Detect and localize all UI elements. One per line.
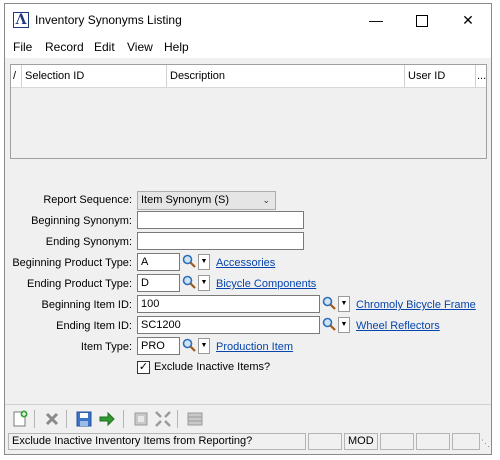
beginning-item-id-input[interactable]: 100	[137, 295, 320, 313]
selection-grid[interactable]: / Selection ID Description User ID ...	[10, 64, 487, 159]
status-panel-empty	[308, 433, 342, 450]
maximize-button[interactable]	[399, 4, 445, 36]
toolbar-separator	[123, 410, 124, 428]
menu-record[interactable]: Record	[45, 40, 84, 54]
item-type-link[interactable]: Production Item	[216, 341, 293, 353]
list-icon[interactable]	[186, 410, 204, 428]
ending-item-id-label: Ending Item ID:	[56, 320, 132, 332]
expand-icon[interactable]	[154, 410, 172, 428]
minimize-button[interactable]: —	[353, 4, 399, 36]
column-description[interactable]: Description	[167, 65, 405, 87]
menu-bar: File Record Edit View Help	[5, 36, 491, 58]
item-type-label: Item Type:	[80, 341, 132, 353]
report-sequence-label: Report Sequence:	[43, 194, 132, 206]
beginning-item-id-dropdown[interactable]: ▼	[338, 296, 350, 312]
new-record-icon[interactable]	[11, 410, 29, 428]
status-panel-empty	[416, 433, 450, 450]
window-title: Inventory Synonyms Listing	[35, 13, 182, 27]
beginning-item-id-link[interactable]: Chromoly Bicycle Frame	[356, 299, 476, 311]
application-window: Λ Inventory Synonyms Listing — ✕ File Re…	[4, 3, 492, 455]
menu-help[interactable]: Help	[164, 40, 189, 54]
ending-synonym-label: Ending Synonym:	[45, 236, 132, 248]
exclude-inactive-label: Exclude Inactive Items?	[154, 361, 271, 373]
column-user-id[interactable]: User ID	[405, 65, 476, 87]
print-preview-icon[interactable]	[132, 410, 150, 428]
column-selection-id[interactable]: Selection ID	[22, 65, 167, 87]
ending-item-id-link[interactable]: Wheel Reflectors	[356, 320, 440, 332]
toolbar	[5, 404, 491, 431]
ending-product-type-link[interactable]: Bicycle Components	[216, 278, 316, 290]
lookup-search-icon[interactable]	[322, 317, 336, 331]
status-bar: Exclude Inactive Inventory Items from Re…	[5, 433, 491, 453]
menu-edit[interactable]: Edit	[94, 40, 115, 54]
ending-product-type-dropdown[interactable]: ▼	[198, 275, 210, 291]
lookup-search-icon[interactable]	[182, 254, 196, 268]
beginning-product-type-input[interactable]: A	[137, 253, 180, 271]
chevron-down-icon: ⌄	[262, 195, 270, 205]
delete-icon[interactable]	[43, 410, 61, 428]
ending-item-id-input[interactable]: SC1200	[137, 316, 320, 334]
sort-indicator: /	[11, 65, 22, 87]
close-button[interactable]: ✕	[445, 4, 491, 36]
toolbar-separator	[34, 410, 35, 428]
lookup-search-icon[interactable]	[182, 275, 196, 289]
resize-grip-icon[interactable]: ⋱	[481, 437, 490, 449]
beginning-synonym-input[interactable]	[137, 211, 304, 229]
beginning-product-type-label: Beginning Product Type:	[12, 257, 132, 269]
save-icon[interactable]	[75, 410, 93, 428]
menu-view[interactable]: View	[127, 40, 153, 54]
ending-item-id-dropdown[interactable]: ▼	[338, 317, 350, 333]
proceed-arrow-icon[interactable]	[98, 410, 116, 428]
beginning-product-type-dropdown[interactable]: ▼	[198, 254, 210, 270]
item-type-dropdown[interactable]: ▼	[198, 338, 210, 354]
toolbar-separator	[177, 410, 178, 428]
grid-header: / Selection ID Description User ID ...	[11, 65, 486, 88]
app-logo-icon: Λ	[13, 12, 29, 28]
status-mode: MOD	[344, 433, 378, 450]
item-type-input[interactable]: PRO	[137, 337, 180, 355]
status-message: Exclude Inactive Inventory Items from Re…	[8, 433, 306, 450]
title-bar: Λ Inventory Synonyms Listing — ✕	[5, 4, 491, 36]
report-sequence-value: Item Synonym (S)	[141, 194, 230, 206]
ending-product-type-label: Ending Product Type:	[27, 278, 132, 290]
status-panel-empty	[452, 433, 480, 450]
beginning-synonym-label: Beginning Synonym:	[31, 215, 132, 227]
menu-file[interactable]: File	[13, 40, 32, 54]
beginning-item-id-label: Beginning Item ID:	[41, 299, 133, 311]
beginning-product-type-link[interactable]: Accessories	[216, 257, 275, 269]
status-panel-empty	[380, 433, 414, 450]
lookup-search-icon[interactable]	[182, 338, 196, 352]
exclude-inactive-checkbox[interactable]: ✓	[137, 361, 150, 374]
ending-synonym-input[interactable]	[137, 232, 304, 250]
ending-product-type-input[interactable]: D	[137, 274, 180, 292]
column-more[interactable]: ...	[476, 65, 486, 87]
lookup-search-icon[interactable]	[322, 296, 336, 310]
report-sequence-select[interactable]: Item Synonym (S) ⌄	[137, 191, 276, 210]
toolbar-separator	[66, 410, 67, 428]
